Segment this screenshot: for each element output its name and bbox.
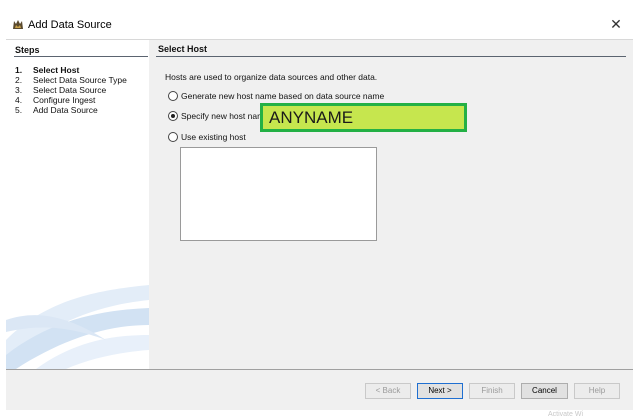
activation-watermark: Activate Wi [548,411,584,418]
step-item: 4. Configure Ingest [15,95,96,105]
step-item: 5. Add Data Source [15,105,98,115]
cancel-button[interactable]: Cancel [521,383,568,399]
help-button[interactable]: Help [574,383,620,399]
radio-label: Use existing host [181,132,246,142]
finish-button[interactable]: Finish [469,383,515,399]
radio-use-existing-host[interactable]: Use existing host [168,131,246,143]
section-title: Select Host [158,44,208,54]
next-button[interactable]: Next > [417,383,463,399]
back-button[interactable]: < Back [365,383,411,399]
host-name-highlight [260,103,467,132]
decorative-swoosh-graphic [6,285,149,369]
autopsy-dog-icon [13,20,23,29]
steps-panel: Steps 1. Select Host 2. Select Data Source… [6,40,149,369]
existing-host-list[interactable] [180,147,377,241]
title-bar: Add Data Source ✕ [0,0,640,32]
close-icon[interactable]: ✕ [605,14,627,34]
footer-divider [6,369,633,370]
radio-specify-host-name[interactable]: Specify new host name [168,110,269,122]
step-item: 2. Select Data Source Type [15,75,127,85]
steps-divider [14,56,148,57]
step-item: 1. Select Host [15,65,80,75]
steps-heading: Steps [15,45,40,55]
intro-text: Hosts are used to organize data sources … [165,72,378,82]
radio-button[interactable] [168,132,178,142]
window-title: Add Data Source [28,19,112,31]
host-name-input[interactable] [263,106,464,129]
radio-button[interactable] [168,91,178,101]
radio-generate-host-name[interactable]: Generate new host name based on data sou… [168,90,384,102]
radio-button-selected[interactable] [168,111,178,121]
step-item: 3. Select Data Source [15,85,107,95]
section-divider [156,56,626,57]
steps-list: 1. Select Host 2. Select Data Source Type … [15,65,127,115]
radio-label: Generate new host name based on data sou… [181,91,385,101]
radio-label: Specify new host name [181,111,269,121]
